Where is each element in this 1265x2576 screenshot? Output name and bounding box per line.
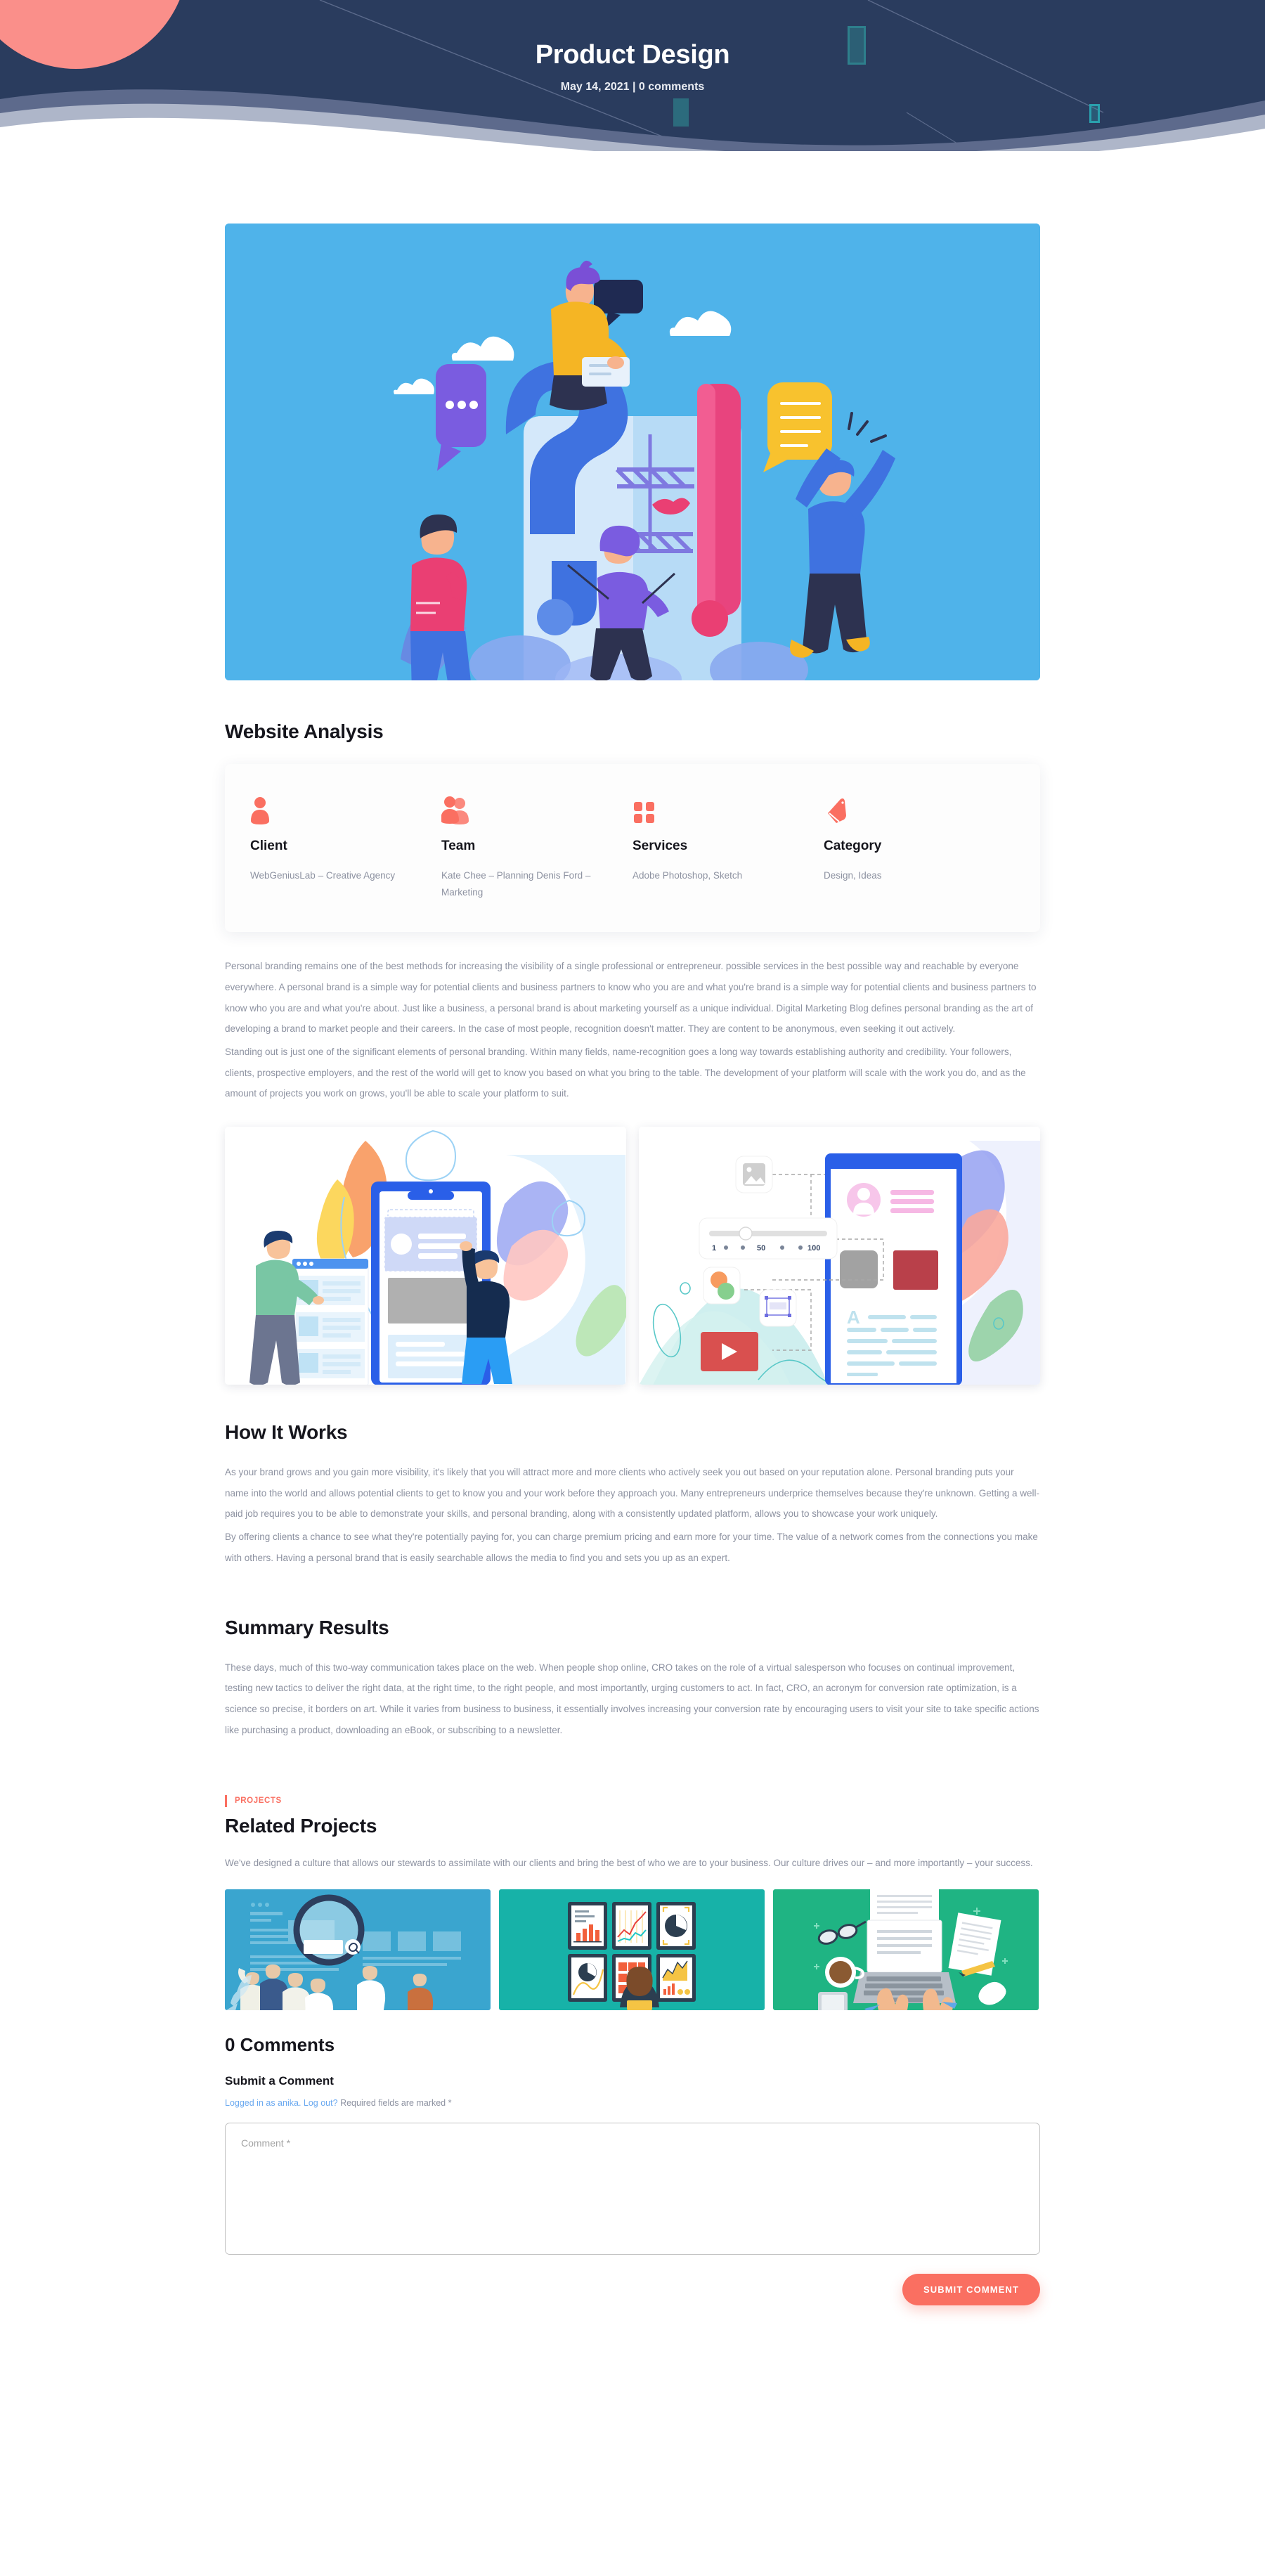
- featured-image: [225, 224, 1040, 680]
- related-project-card-3[interactable]: [773, 1889, 1039, 2010]
- how-it-works-paragraph-1: As your brand grows and you gain more vi…: [225, 1467, 1039, 1520]
- svg-text:50: 50: [757, 1244, 765, 1253]
- ui-design-collaboration-illustration: [225, 1127, 626, 1385]
- analysis-value: Adobe Photoshop, Sketch: [632, 870, 743, 881]
- hero-text-block: Product Design May 14, 2021 | 0 comments: [0, 39, 1265, 93]
- svg-text:A: A: [847, 1307, 860, 1328]
- submit-comment-button[interactable]: SUBMIT COMMENT: [902, 2273, 1040, 2305]
- how-it-works-paragraph-2: By offering clients a chance to see what…: [225, 1532, 1038, 1563]
- analysis-label: Category: [824, 839, 882, 853]
- analysis-value: Design, Ideas: [824, 870, 882, 881]
- intro-body: Personal branding remains one of the bes…: [225, 956, 1040, 1104]
- category-tag-icon: [824, 794, 999, 824]
- team-people-icon: [441, 794, 617, 824]
- comments-section: 0 Comments Submit a Comment Logged in as…: [225, 2034, 1040, 2305]
- related-projects-grid: [225, 1889, 1040, 2010]
- gallery-row: A 1 50 100: [225, 1127, 1040, 1385]
- related-projects-heading: Related Projects: [225, 1814, 377, 1837]
- gallery-image-2[interactable]: A 1 50 100: [639, 1127, 1040, 1385]
- related-projects-description: We've designed a culture that allows our…: [225, 1857, 1033, 1868]
- summary-results-paragraph-1: These days, much of this two-way communi…: [225, 1662, 1039, 1735]
- svg-text:1: 1: [712, 1244, 716, 1253]
- page-title: Product Design: [535, 40, 730, 70]
- client-person-icon: [250, 794, 426, 824]
- related-project-card-2[interactable]: [499, 1889, 765, 2010]
- related-projects-section: PROJECTS Related Projects We've designed…: [225, 1794, 1040, 2010]
- comment-input[interactable]: [225, 2122, 1040, 2255]
- how-it-works-heading: How It Works: [225, 1421, 348, 1444]
- summary-results-heading: Summary Results: [225, 1616, 389, 1638]
- website-analysis-card: Client WebGeniusLab – Creative Agency Te…: [225, 764, 1040, 933]
- summary-results-body: These days, much of this two-way communi…: [225, 1657, 1040, 1741]
- analysis-column-client: Client WebGeniusLab – Creative Agency: [250, 794, 441, 900]
- website-analysis-heading: Website Analysis: [225, 720, 384, 742]
- submit-row: SUBMIT COMMENT: [225, 2273, 1040, 2305]
- related-project-card-1[interactable]: [225, 1889, 491, 2010]
- comments-count-heading: 0 Comments: [225, 2033, 335, 2055]
- required-fields-note: Required fields are marked *: [340, 2097, 452, 2108]
- related-projects-eyebrow: PROJECTS: [225, 1795, 282, 1807]
- analysis-value: WebGeniusLab – Creative Agency: [250, 870, 396, 881]
- gallery-image-1[interactable]: [225, 1127, 626, 1385]
- svg-text:100: 100: [807, 1244, 820, 1253]
- how-it-works-body: As your brand grows and you gain more vi…: [225, 1462, 1040, 1568]
- page-hero: Product Design May 14, 2021 | 0 comments: [0, 0, 1265, 151]
- page-main: Website Analysis Client WebGeniusLab – C…: [0, 224, 1265, 2348]
- intro-paragraph-2: Standing out is just one of the signific…: [225, 1047, 1026, 1099]
- analytics-dashboard-screens-illustration: [499, 1889, 765, 2010]
- analysis-column-services: Services Adobe Photoshop, Sketch: [632, 794, 824, 900]
- team-magnifier-search-illustration: [225, 1889, 491, 2010]
- question-exclamation-illustration: [225, 224, 1040, 680]
- mobile-content-editor-illustration: A 1 50 100: [639, 1127, 1040, 1385]
- logout-link[interactable]: Log out?: [304, 2098, 338, 2108]
- analysis-label: Services: [632, 839, 688, 853]
- analysis-label: Client: [250, 839, 287, 853]
- submit-comment-heading: Submit a Comment: [225, 2073, 334, 2088]
- logged-in-user-link[interactable]: Logged in as anika.: [225, 2098, 301, 2108]
- analysis-column-team: Team Kate Chee – Planning Denis Ford – M…: [441, 794, 632, 900]
- analysis-label: Team: [441, 839, 476, 853]
- analysis-value: Kate Chee – Planning Denis Ford – Market…: [441, 870, 591, 898]
- analysis-column-category: Category Design, Ideas: [824, 794, 1015, 900]
- post-meta: May 14, 2021 | 0 comments: [560, 80, 705, 93]
- desk-laptop-top-view-illustration: [773, 1889, 1039, 2010]
- logged-in-notice: Logged in as anika. Log out? Required fi…: [225, 2096, 1040, 2110]
- services-grid-icon: [632, 794, 808, 824]
- intro-paragraph-1: Personal branding remains one of the bes…: [225, 961, 1037, 1035]
